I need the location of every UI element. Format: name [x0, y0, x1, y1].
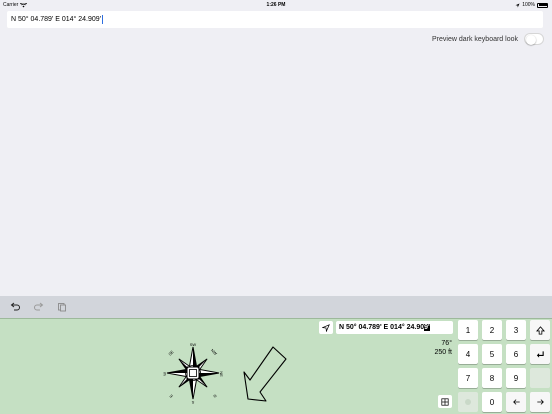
key-6[interactable]: 6: [506, 344, 526, 364]
undo-icon[interactable]: [10, 302, 21, 313]
keyboard-toolbar: [0, 296, 552, 318]
grid-icon: [441, 397, 449, 406]
arrow-left-icon: [512, 399, 520, 405]
status-right: 100%: [515, 2, 548, 8]
return-key[interactable]: [530, 344, 550, 364]
return-icon: [536, 350, 544, 358]
key-4[interactable]: 4: [458, 344, 478, 364]
key-0[interactable]: 0: [482, 392, 502, 412]
distance-readout: 250 ft: [434, 349, 452, 356]
compass-label: E: [168, 393, 174, 399]
direction-arrow: [243, 346, 287, 402]
keyboard-coordinate-selection: 9': [424, 324, 430, 331]
paste-icon[interactable]: [56, 302, 67, 313]
bearing-readout: 76°: [441, 340, 452, 347]
status-time: 1:26 PM: [266, 2, 286, 8]
status-bar: Carrier 1:26 PM 100%: [0, 0, 552, 10]
shift-arrow-icon: [535, 325, 545, 335]
cursor-right-key[interactable]: [530, 392, 550, 412]
battery-percent: 100%: [522, 2, 535, 8]
key-9[interactable]: 9: [506, 368, 526, 388]
cursor-left-key[interactable]: [506, 392, 526, 412]
key-1[interactable]: 1: [458, 320, 478, 340]
arrow-right-icon: [536, 399, 544, 405]
preview-dark-toggle[interactable]: [524, 33, 544, 45]
keyboard-coordinate-display[interactable]: N 50° 04.789' E 014° 24.90 9': [336, 321, 453, 334]
keyboard-coordinate-text: N 50° 04.789' E 014° 24.90: [339, 324, 425, 331]
location-button[interactable]: [319, 321, 333, 334]
coordinate-field[interactable]: N 50° 04.789' E 014° 24.90 9': [7, 11, 543, 28]
compass-label: SW: [190, 342, 197, 347]
location-status-icon: [515, 3, 520, 7]
numeric-keypad: 1 2 3 4 5 6 7 8 9 0: [456, 318, 552, 414]
text-cursor: [101, 15, 103, 24]
key-3[interactable]: 3: [506, 320, 526, 340]
key-8[interactable]: 8: [482, 368, 502, 388]
blank-key: [530, 368, 550, 388]
shift-key[interactable]: [530, 320, 550, 340]
key-2[interactable]: 2: [482, 320, 502, 340]
coordinate-text: N 50° 04.789' E 014° 24.90: [11, 16, 96, 23]
preview-dark-label: Preview dark keyboard look: [432, 35, 518, 43]
compass-label: S: [191, 400, 194, 405]
compass-label: W: [162, 372, 167, 376]
globe-key[interactable]: [458, 392, 478, 412]
key-5[interactable]: 5: [482, 344, 502, 364]
compass-label: NE: [219, 371, 224, 377]
compass-label: SE: [167, 349, 175, 357]
coordinate-text-end: 9': [95, 16, 102, 23]
compass-label: NW: [210, 348, 218, 356]
grid-button[interactable]: [438, 395, 452, 408]
preview-dark-row: Preview dark keyboard look: [432, 33, 544, 45]
key-7[interactable]: 7: [458, 368, 478, 388]
globe-icon: [465, 399, 471, 405]
redo-icon[interactable]: [33, 302, 44, 313]
compass-label: N: [212, 393, 218, 399]
location-arrow-icon: [322, 323, 330, 332]
compass-rose: SW NW SE NE W E S N: [162, 342, 224, 405]
battery-icon: [537, 2, 548, 8]
